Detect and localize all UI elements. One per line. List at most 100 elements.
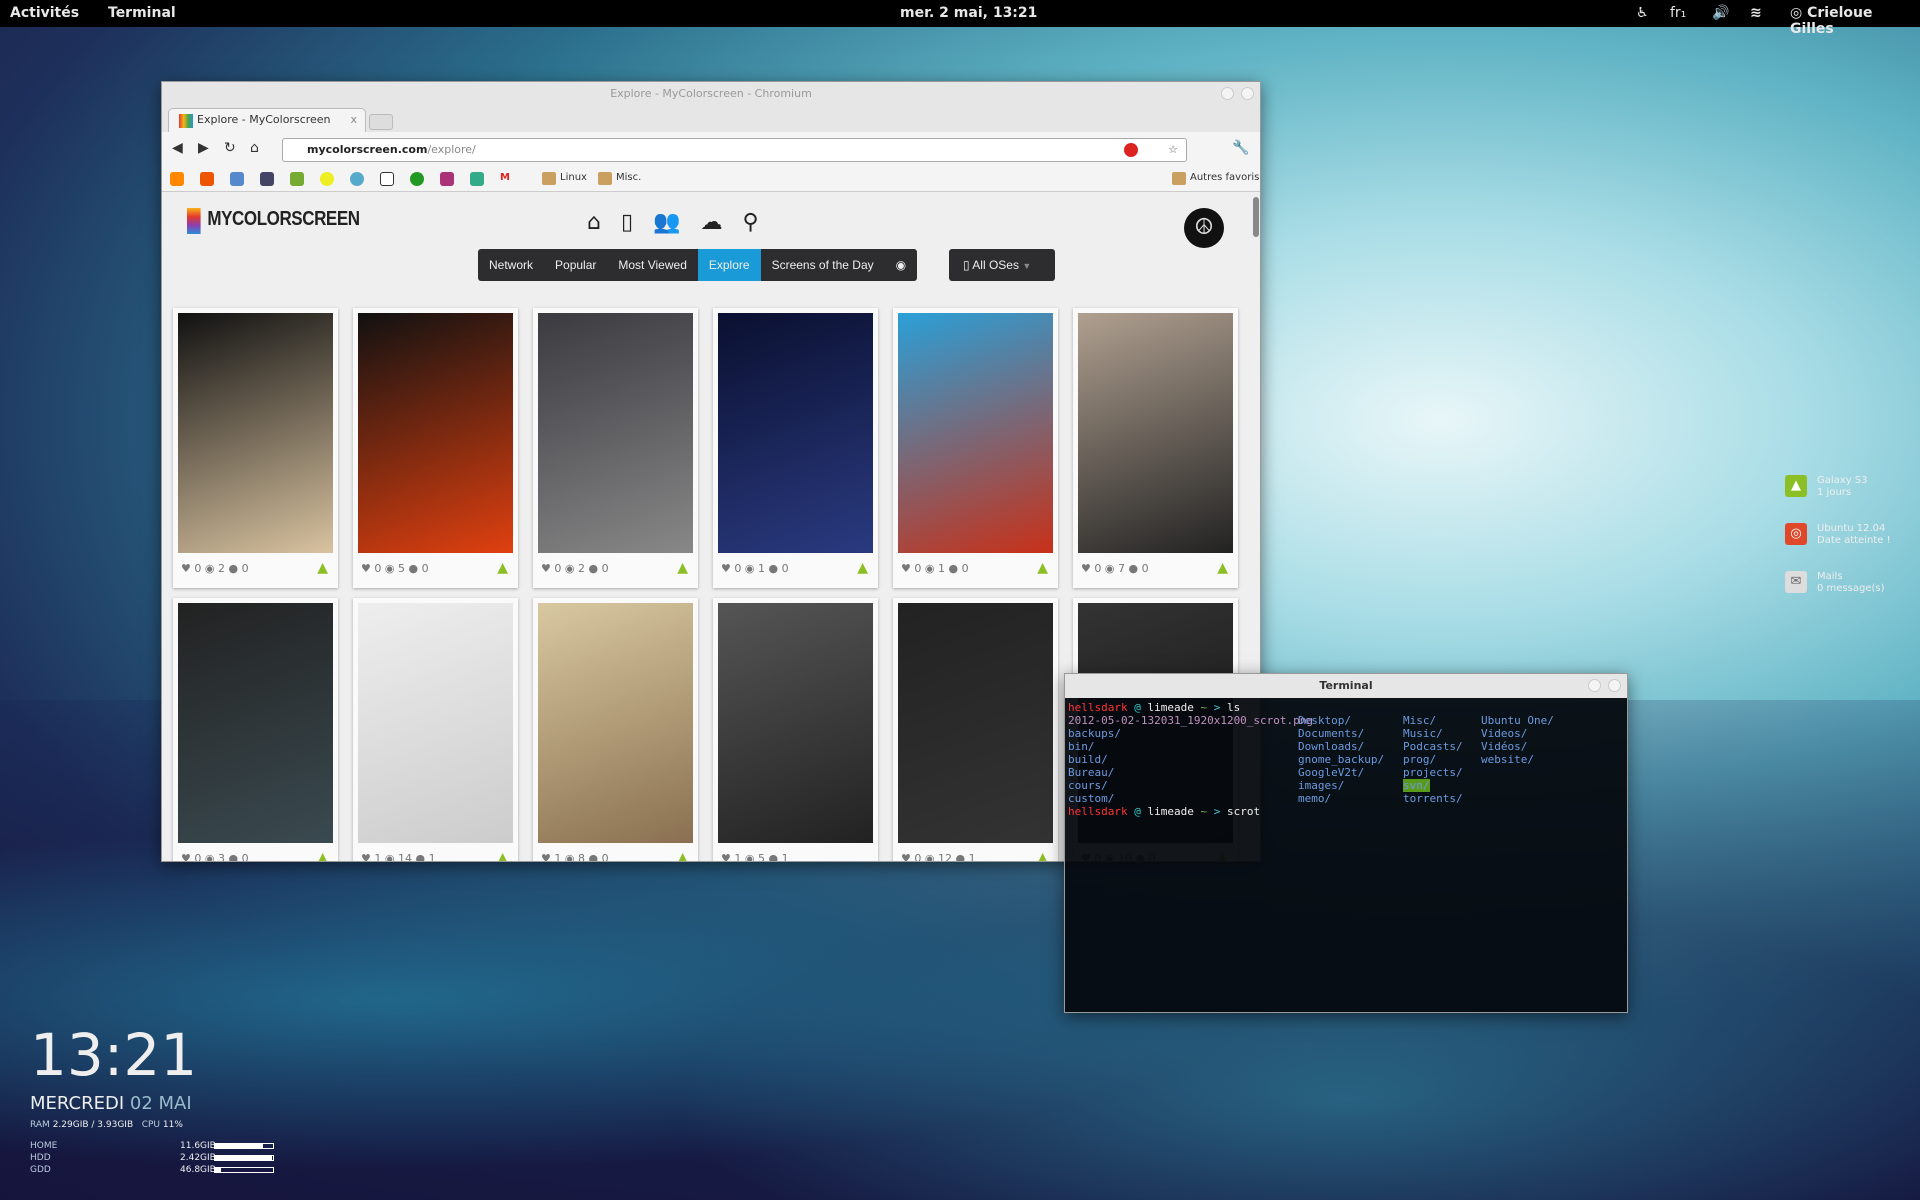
bookmark-icon[interactable] xyxy=(320,172,334,186)
screenshot-thumbnail[interactable] xyxy=(898,313,1053,553)
screenshot-card[interactable]: ♥ 0 ◉ 3 ● 0 ▲ xyxy=(173,598,338,861)
heart-icon[interactable]: ♥ xyxy=(181,852,191,861)
nav-most-viewed[interactable]: Most Viewed xyxy=(607,249,697,281)
heart-icon[interactable]: ♥ xyxy=(901,852,911,861)
bookmark-star-icon[interactable]: ☆ xyxy=(1168,139,1178,161)
back-icon[interactable]: ◀ xyxy=(172,140,183,156)
scrollbar[interactable] xyxy=(1253,197,1259,237)
screenshot-card[interactable]: ♥ 0 ◉ 2 ● 0 ▲ xyxy=(533,308,698,588)
notification[interactable]: ▲ Galaxy S3 1 jours xyxy=(1785,475,1868,499)
wrench-icon[interactable]: 🔧 xyxy=(1232,140,1249,156)
browser-titlebar[interactable]: Explore - MyColorscreen - Chromium xyxy=(162,82,1260,106)
screenshot-card[interactable]: ♥ 0 ◉ 7 ● 0 ▲ xyxy=(1073,308,1238,588)
user-menu[interactable]: ◎ Crieloue Gilles xyxy=(1790,5,1920,37)
screenshot-thumbnail[interactable] xyxy=(178,603,333,843)
site-logo[interactable]: MYCOLORSCREEN xyxy=(187,208,360,234)
bookmark-icon[interactable] xyxy=(380,172,394,186)
os-filter-dropdown[interactable]: ▯ All OSes ▼ xyxy=(949,249,1055,281)
forward-icon[interactable]: ▶ xyxy=(198,140,209,156)
screenshot-card[interactable]: ♥ 1 ◉ 5 ● 1 xyxy=(713,598,878,861)
rss-icon[interactable]: ◉ xyxy=(885,249,917,281)
gmail-icon[interactable]: M xyxy=(500,172,514,186)
terminal-titlebar[interactable]: Terminal xyxy=(1065,674,1627,698)
screenshot-thumbnail[interactable] xyxy=(718,603,873,843)
tab-explore[interactable]: Explore - MyColorscreen x xyxy=(168,108,366,132)
views-icon: ◉ xyxy=(384,562,395,575)
bookmark-icon[interactable] xyxy=(470,172,484,186)
accessibility-icon[interactable]: ♿ xyxy=(1636,5,1649,21)
avatar[interactable]: ☮ xyxy=(1184,208,1224,248)
terminal-output[interactable]: hellsdark @ limeade ~ > ls 2012-05-02-13… xyxy=(1065,698,1627,821)
close-button[interactable] xyxy=(1241,87,1254,100)
notification[interactable]: ✉ Mails 0 message(s) xyxy=(1785,571,1885,595)
screenshot-thumbnail[interactable] xyxy=(1078,313,1233,553)
screenshot-card[interactable]: ♥ 0 ◉ 5 ● 0 ▲ xyxy=(353,308,518,588)
nav-screens-of-the-day[interactable]: Screens of the Day xyxy=(761,249,885,281)
notification[interactable]: ◎ Ubuntu 12.04 Date atteinte ! xyxy=(1785,523,1891,547)
nav-popular[interactable]: Popular xyxy=(544,249,607,281)
screenshot-thumbnail[interactable] xyxy=(178,313,333,553)
screenshot-card[interactable]: ♥ 1 ◉ 8 ● 0 ▲ xyxy=(533,598,698,861)
heart-icon[interactable]: ♥ xyxy=(1081,562,1091,575)
other-bookmarks[interactable]: Autres favoris xyxy=(1172,172,1259,185)
volume-icon[interactable]: 🔊 xyxy=(1712,5,1729,21)
comments-count: 0 xyxy=(781,562,789,575)
clock[interactable]: mer. 2 mai, 13:21 xyxy=(900,5,1037,21)
heart-icon[interactable]: ♥ xyxy=(361,852,371,861)
comments-icon: ● xyxy=(948,562,959,575)
minimize-button[interactable] xyxy=(1221,87,1234,100)
views-count: 1 xyxy=(937,562,945,575)
activities-button[interactable]: Activités xyxy=(10,5,79,21)
bookmark-icon[interactable] xyxy=(230,172,244,186)
reload-icon[interactable]: ↻ xyxy=(224,140,236,156)
screenshot-card[interactable]: ♥ 1 ◉ 14 ● 1 ▲ xyxy=(353,598,518,862)
bookmark-folder-misc[interactable]: Misc. xyxy=(598,172,641,185)
comments-count: 1 xyxy=(428,852,436,862)
screenshot-thumbnail[interactable] xyxy=(898,603,1053,843)
screenshot-card[interactable]: ♥ 0 ◉ 2 ● 0 ▲ xyxy=(173,308,338,588)
heart-icon[interactable]: ♥ xyxy=(901,562,911,575)
bookmark-folder-linux[interactable]: Linux xyxy=(542,172,587,185)
address-bar[interactable]: mycolorscreen.com/explore/ ☆ xyxy=(282,138,1187,162)
heart-icon[interactable]: ♥ xyxy=(541,562,551,575)
screenshot-card[interactable]: ♥ 0 ◉ 1 ● 0 ▲ xyxy=(713,308,878,588)
likes-count: 0 xyxy=(1094,562,1102,575)
users-icon[interactable]: 👥 xyxy=(653,210,680,235)
search-icon[interactable]: ⚲ xyxy=(742,210,758,235)
home-icon[interactable]: ⌂ xyxy=(250,140,259,156)
app-menu[interactable]: Terminal xyxy=(108,5,176,21)
heart-icon[interactable]: ♥ xyxy=(541,852,551,861)
bookmark-icon[interactable] xyxy=(410,172,424,186)
minimize-button[interactable] xyxy=(1588,679,1601,692)
screenshot-thumbnail[interactable] xyxy=(358,313,513,553)
screenshot-thumbnail[interactable] xyxy=(358,603,513,843)
upload-cloud-icon[interactable]: ☁ xyxy=(700,210,722,235)
bookmark-icon[interactable] xyxy=(260,172,274,186)
bookmark-icon[interactable] xyxy=(200,172,214,186)
home-icon[interactable]: ⌂ xyxy=(587,210,601,235)
disk-name: GDD xyxy=(30,1165,51,1175)
bookmark-icon[interactable] xyxy=(290,172,304,186)
bookmark-icon[interactable] xyxy=(440,172,454,186)
screenshot-card[interactable]: ♥ 0 ◉ 1 ● 0 ▲ xyxy=(893,308,1058,588)
phone-icon[interactable]: ▯ xyxy=(621,210,633,235)
tab-close-icon[interactable]: x xyxy=(350,109,357,131)
adblock-icon[interactable] xyxy=(1124,143,1138,157)
nav-network[interactable]: Network xyxy=(478,249,544,281)
ls-directory: website/ xyxy=(1481,753,1534,766)
bookmark-icon[interactable] xyxy=(350,172,364,186)
heart-icon[interactable]: ♥ xyxy=(721,562,731,575)
nav-explore[interactable]: Explore xyxy=(697,249,761,281)
close-button[interactable] xyxy=(1608,679,1621,692)
screenshot-card[interactable]: ♥ 0 ◉ 12 ● 1 ▲ xyxy=(893,598,1058,861)
wifi-icon[interactable]: ≋ xyxy=(1750,5,1762,21)
screenshot-thumbnail[interactable] xyxy=(718,313,873,553)
screenshot-thumbnail[interactable] xyxy=(538,313,693,553)
heart-icon[interactable]: ♥ xyxy=(721,852,731,861)
screenshot-thumbnail[interactable] xyxy=(538,603,693,843)
heart-icon[interactable]: ♥ xyxy=(361,562,371,575)
heart-icon[interactable]: ♥ xyxy=(181,562,191,575)
bookmark-icon[interactable] xyxy=(170,172,184,186)
new-tab-button[interactable] xyxy=(369,114,393,130)
keyboard-layout[interactable]: fr₁ xyxy=(1670,5,1686,21)
